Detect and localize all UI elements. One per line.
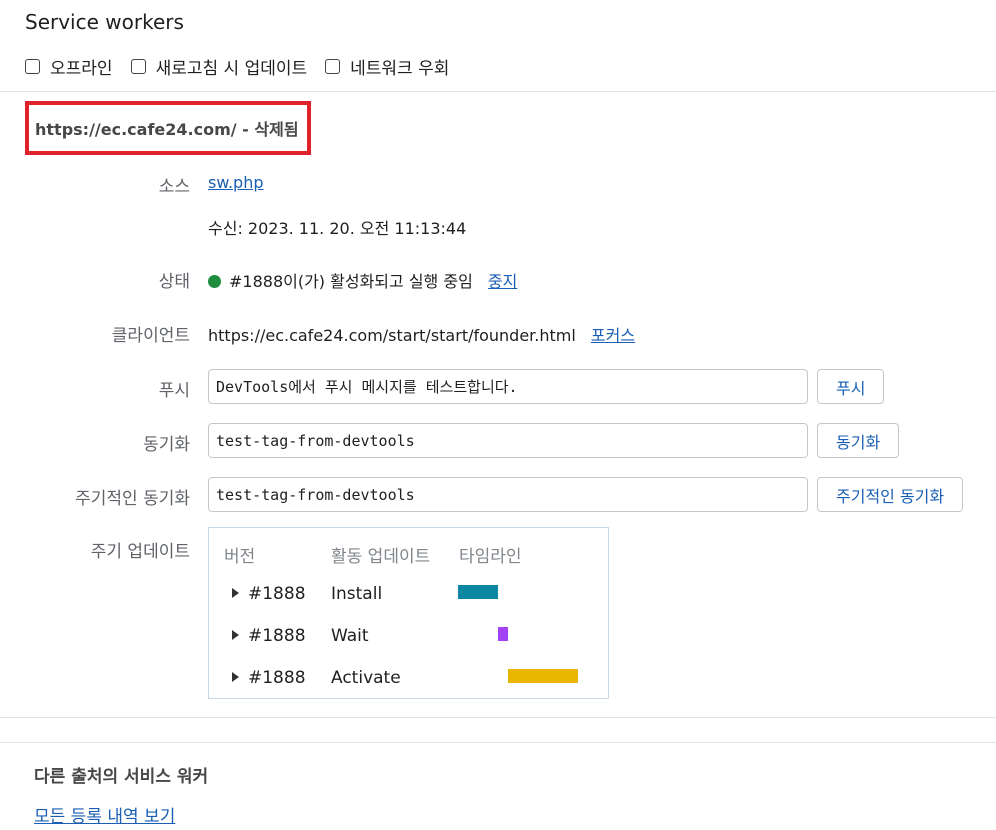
periodic-sync-label: 주기적인 동기화 xyxy=(75,489,190,509)
sync-label: 동기화 xyxy=(143,435,190,455)
status-row: #1888이(가) 활성화되고 실행 중임 중지 xyxy=(208,268,517,292)
sync-input-value: test-tag-from-devtools xyxy=(216,431,415,450)
expand-arrow-icon[interactable] xyxy=(232,630,239,640)
push-input-value: DevTools에서 푸시 메시지를 테스트합니다. xyxy=(216,378,518,396)
install-timeline-bar xyxy=(458,585,498,599)
periodic-sync-input-value: test-tag-from-devtools xyxy=(216,485,415,504)
push-button[interactable]: 푸시 xyxy=(817,369,885,404)
push-input[interactable]: DevTools에서 푸시 메시지를 테스트합니다. xyxy=(208,369,808,404)
options-bar: 오프라인 새로고침 시 업데이트 네트워크 우회 xyxy=(25,54,467,79)
bypass-network-option[interactable]: 네트워크 우회 xyxy=(325,54,449,79)
timeline-header: 타임라인 xyxy=(459,547,522,567)
bypass-network-label: 네트워크 우회 xyxy=(350,58,450,79)
update-cycle-table: 버전 활동 업데이트 타임라인 #1888 Install #1888 Wait… xyxy=(208,527,609,699)
update-on-reload-label: 새로고침 시 업데이트 xyxy=(155,58,308,79)
page-title: Service workers xyxy=(25,10,184,34)
focus-link[interactable]: 포커스 xyxy=(591,326,635,345)
status-label: 상태 xyxy=(158,272,190,292)
sync-button[interactable]: 동기화 xyxy=(817,423,900,458)
section-divider xyxy=(0,91,996,92)
update-on-reload-option[interactable]: 새로고침 시 업데이트 xyxy=(130,54,308,79)
wait-timeline-bar xyxy=(498,627,508,641)
source-link[interactable]: sw.php xyxy=(208,173,264,192)
section-divider xyxy=(0,717,996,718)
status-running-dot xyxy=(208,275,221,288)
sync-input[interactable]: test-tag-from-devtools xyxy=(208,423,808,458)
update-row-activity: Install xyxy=(331,584,383,604)
source-link-wrapper: sw.php xyxy=(208,173,264,192)
activity-header: 활동 업데이트 xyxy=(331,547,431,567)
other-origins-link-wrapper: 모든 등록 내역 보기 xyxy=(34,802,175,827)
bypass-network-checkbox[interactable] xyxy=(325,58,341,74)
other-origins-title: 다른 출처의 서비스 워커 xyxy=(34,767,209,787)
periodic-sync-input[interactable]: test-tag-from-devtools xyxy=(208,477,808,512)
update-row-activity: Activate xyxy=(331,668,401,688)
section-divider xyxy=(0,742,996,743)
stop-link[interactable]: 중지 xyxy=(488,272,517,291)
service-workers-panel: Service workers 오프라인 새로고침 시 업데이트 네트워크 우회… xyxy=(0,0,996,830)
clients-row: https://ec.cafe24.com/start/start/founde… xyxy=(208,322,635,346)
periodic-sync-button[interactable]: 주기적인 동기화 xyxy=(817,477,964,512)
version-header: 버전 xyxy=(224,547,256,567)
status-text: #1888이(가) 활성화되고 실행 중임 xyxy=(229,272,473,291)
update-row-version: #1888 xyxy=(248,626,306,646)
expand-arrow-icon[interactable] xyxy=(232,588,239,598)
offline-option[interactable]: 오프라인 xyxy=(25,54,113,79)
update-cycle-label: 주기 업데이트 xyxy=(90,542,190,562)
source-label: 소스 xyxy=(158,177,190,197)
offline-label: 오프라인 xyxy=(50,58,113,79)
update-row-activity: Wait xyxy=(331,626,369,646)
clients-label: 클라이언트 xyxy=(111,326,190,346)
update-on-reload-checkbox[interactable] xyxy=(130,58,146,74)
update-row-version: #1888 xyxy=(248,668,306,688)
update-row-install: #1888 Install xyxy=(209,582,608,606)
client-url: https://ec.cafe24.com/start/start/founde… xyxy=(208,326,576,345)
received-time: 수신: 2023. 11. 20. 오전 11:13:44 xyxy=(208,219,467,238)
offline-checkbox[interactable] xyxy=(25,58,40,74)
origin-title: https://ec.cafe24.com/ - 삭제됨 xyxy=(35,120,299,139)
update-row-wait: #1888 Wait xyxy=(209,624,608,648)
update-row-activate: #1888 Activate xyxy=(209,666,608,690)
origin-title-highlight: https://ec.cafe24.com/ - 삭제됨 xyxy=(25,101,311,155)
expand-arrow-icon[interactable] xyxy=(232,672,239,682)
update-row-version: #1888 xyxy=(248,584,306,604)
push-label: 푸시 xyxy=(158,381,190,401)
view-all-registrations-link[interactable]: 모든 등록 내역 보기 xyxy=(34,807,175,827)
activate-timeline-bar xyxy=(508,669,578,683)
